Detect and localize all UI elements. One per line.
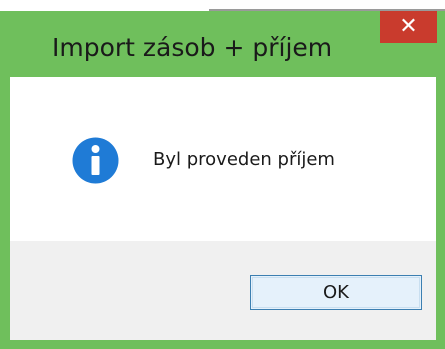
close-icon: ✕ [399, 14, 418, 39]
dialog-window: Import zásob + příjem ✕ Byl proveden pří… [0, 0, 445, 349]
dialog-title: Import zásob + příjem [52, 33, 333, 62]
message-area: Byl proveden příjem [10, 77, 436, 241]
close-button[interactable]: ✕ [380, 11, 437, 43]
button-bar: OK [10, 241, 436, 340]
info-icon [72, 137, 119, 184]
message-text: Byl proveden příjem [153, 149, 335, 170]
title-bar[interactable]: Import zásob + příjem [0, 11, 445, 77]
ok-button[interactable]: OK [250, 275, 422, 310]
background-strip [0, 0, 445, 11]
dialog-content: Byl proveden příjem OK [10, 77, 436, 340]
